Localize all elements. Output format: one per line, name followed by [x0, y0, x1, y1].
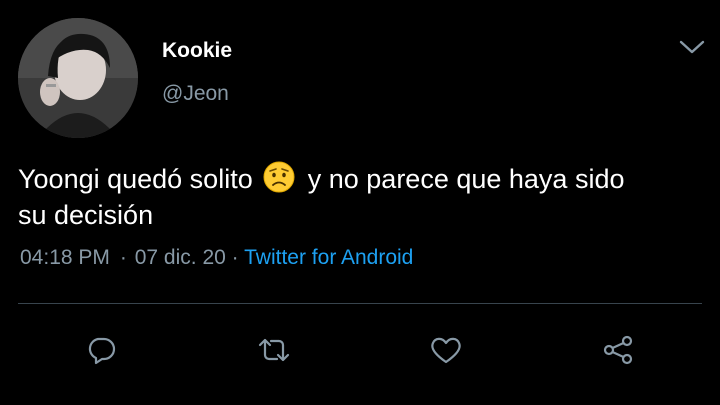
- chevron-down-icon[interactable]: [676, 34, 708, 60]
- reply-button[interactable]: [81, 330, 121, 370]
- like-button[interactable]: [426, 330, 466, 370]
- tweet-text: Yoongi quedó solito y no parece que haya…: [18, 160, 698, 233]
- tweet-meta: 04:18 PM · 07 dic. 20 · Twitter for Andro…: [20, 246, 413, 270]
- tweet-card: Kookie @Jeon Yoongi quedó solito y no pa…: [0, 0, 720, 405]
- meta-separator: ·: [231, 246, 239, 269]
- heart-icon: [429, 334, 463, 366]
- reply-icon: [85, 334, 117, 366]
- share-icon: [601, 333, 635, 367]
- share-button[interactable]: [598, 330, 638, 370]
- retweet-icon: [256, 334, 292, 366]
- user-handle[interactable]: @Jeon: [162, 82, 229, 106]
- action-bar: [0, 330, 720, 370]
- tweet-source-link[interactable]: Twitter for Android: [244, 246, 413, 269]
- avatar[interactable]: [18, 18, 138, 138]
- retweet-button[interactable]: [254, 330, 294, 370]
- tweet-text-start: Yoongi quedó solito: [18, 164, 253, 194]
- profile-photo: [18, 18, 138, 138]
- tweet-time: 04:18 PM: [20, 246, 110, 269]
- meta-separator: ·: [119, 246, 127, 269]
- tweet-date: 07 dic. 20: [134, 246, 226, 269]
- divider: [18, 303, 702, 304]
- display-name[interactable]: Kookie: [162, 39, 232, 63]
- worried-face-emoji: [262, 160, 296, 194]
